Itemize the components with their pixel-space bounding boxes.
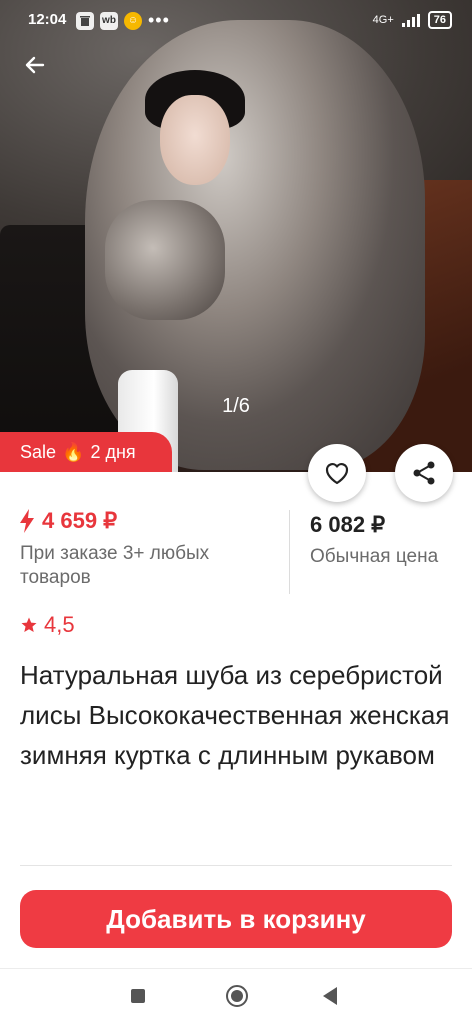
image-fur-sleeve	[105, 200, 225, 320]
arrow-left-icon	[25, 56, 45, 74]
overflow-dots: •••	[148, 10, 170, 30]
section-divider	[20, 865, 452, 866]
sale-label: Sale	[20, 441, 57, 462]
favorite-button[interactable]	[308, 444, 366, 502]
star-icon	[21, 617, 37, 633]
promo-price-block: 4 659 ₽ При заказе 3+ любых товаров	[20, 508, 280, 590]
back-button[interactable]	[20, 50, 50, 80]
fire-icon: 🔥	[62, 441, 85, 462]
heart-icon	[325, 463, 349, 485]
lightning-icon	[20, 509, 34, 533]
signal-icon	[401, 13, 420, 27]
promo-price-value: 4 659 ₽	[42, 508, 118, 533]
rating[interactable]: 4,5	[20, 612, 75, 638]
regular-price-value: 6 082 ₽	[310, 512, 386, 537]
promo-note: При заказе 3+ любых товаров	[20, 543, 210, 588]
system-nav-bar	[0, 968, 472, 1025]
product-title: Натуральная шуба из серебристой лисы Выс…	[20, 660, 450, 770]
home-button[interactable]	[226, 985, 248, 1007]
status-time: 12:04	[28, 11, 67, 28]
regular-price-label: Обычная цена	[310, 546, 439, 567]
regular-price-block: 6 082 ₽ Обычная цена	[310, 512, 438, 568]
share-icon	[413, 461, 435, 485]
wb-icon: wb	[100, 11, 118, 30]
recents-button[interactable]	[131, 989, 145, 1003]
status-system-icons: 4G+ 76	[373, 11, 452, 29]
status-bar: 12:04 wb ☺ ••• 4G+ 76	[0, 0, 472, 40]
share-button[interactable]	[395, 444, 453, 502]
price-divider	[289, 510, 290, 594]
promo-price: 4 659 ₽	[20, 508, 280, 534]
image-face	[160, 95, 230, 185]
app-icon: ☺	[124, 11, 142, 30]
network-label: 4G+	[372, 14, 394, 26]
trash-icon	[76, 11, 94, 30]
system-back-button[interactable]	[323, 987, 337, 1005]
sale-duration: 2 дня	[90, 441, 136, 462]
add-to-cart-button[interactable]: Добавить в корзину	[20, 890, 452, 948]
rating-value: 4,5	[44, 612, 75, 637]
image-counter: 1/6	[222, 395, 250, 417]
status-notifications: wb ☺ •••	[76, 10, 170, 31]
sale-badge: Sale 🔥 2 дня	[0, 432, 172, 472]
battery-icon: 76	[427, 11, 452, 29]
